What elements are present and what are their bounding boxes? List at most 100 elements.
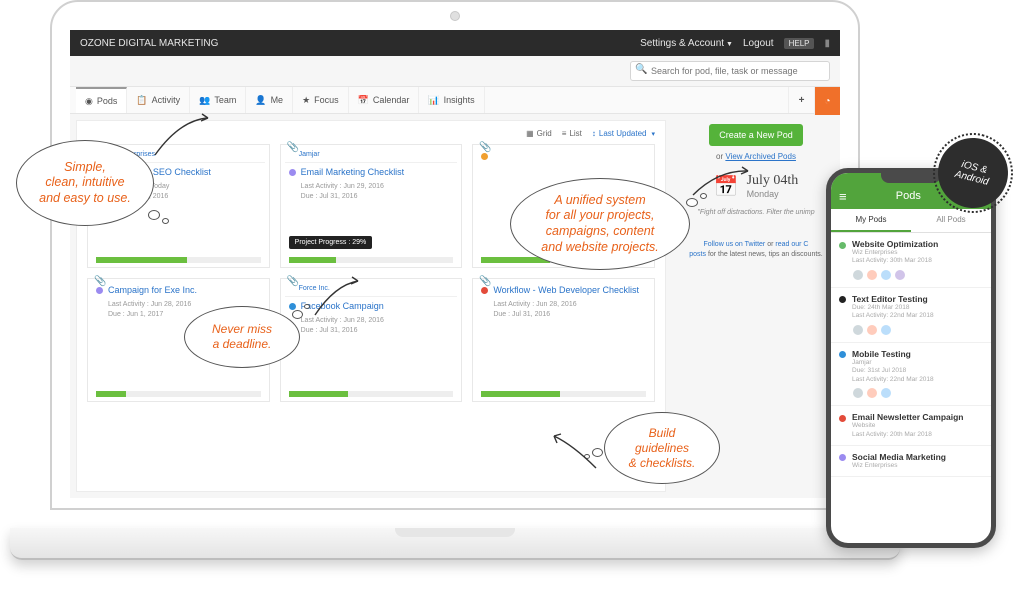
phone-title: Pods xyxy=(896,190,921,202)
card-meta: Last Activity : Jun 28, 2016Due : Jul 31… xyxy=(481,300,646,320)
progress-track xyxy=(96,257,261,263)
progress-track xyxy=(289,391,454,397)
progress-bar xyxy=(96,391,126,397)
search-icon: 🔍 xyxy=(635,64,647,75)
view-list[interactable]: ≡ List xyxy=(562,129,582,138)
card-meta xyxy=(481,164,646,174)
card-meta: Last Activity : Jun 28, 2016Due : Jul 31… xyxy=(289,316,454,336)
view-grid[interactable]: ▦ Grid xyxy=(526,129,552,138)
paperclip-icon: 📎 xyxy=(94,276,106,287)
callout-simple: Simple, clean, intuitive and easy to use… xyxy=(16,140,154,226)
card-company: Force Inc. xyxy=(285,283,458,297)
bookmark-icon[interactable]: ▮ xyxy=(824,38,830,49)
search-row: 🔍 xyxy=(70,56,840,86)
progress-track xyxy=(289,257,454,263)
progress-track xyxy=(481,391,646,397)
avatar xyxy=(866,269,878,281)
item-title: Text Editor Testing xyxy=(852,294,928,304)
phone-tab-my[interactable]: My Pods xyxy=(831,209,911,232)
date-big: July 04th xyxy=(747,173,799,189)
team-icon: 👥 xyxy=(199,95,210,106)
item-meta: Wiz EnterprisesLast Activity: 30th Mar 2… xyxy=(852,249,983,266)
create-pod-button[interactable]: Create a New Pod xyxy=(709,124,803,146)
item-meta: Due: 24th Mar 2018Last Activity: 22nd Ma… xyxy=(852,304,983,321)
phone-frame: ≡ Pods ⋮ My Pods All Pods Website Optimi… xyxy=(826,168,996,548)
avatar xyxy=(852,387,864,399)
paperclip-icon: 📎 xyxy=(287,276,299,287)
item-meta: Wiz Enterprises xyxy=(852,462,983,470)
tagline: "Fight off distractions. Filter the unim… xyxy=(697,209,814,216)
insights-icon: 📊 xyxy=(428,95,439,106)
view-archived-link[interactable]: View Archived Pods xyxy=(725,152,796,161)
search-input[interactable] xyxy=(630,61,830,81)
callout-deadline: Never miss a deadline. xyxy=(184,306,300,368)
avatar xyxy=(880,269,892,281)
status-dot xyxy=(481,153,488,160)
status-dot xyxy=(839,415,846,422)
avatar xyxy=(852,269,864,281)
content-area: ▦ Grid ≡ List ↕ Last Updated▾ 📎Wiz Enter… xyxy=(70,114,840,498)
phone-list-item[interactable]: Text Editor TestingDue: 24th Mar 2018Las… xyxy=(831,288,991,343)
laptop-base xyxy=(10,528,900,560)
tab-pods[interactable]: ◉Pods xyxy=(76,87,127,113)
phone-list-item[interactable]: Social Media MarketingWiz Enterprises xyxy=(831,446,991,477)
avatar xyxy=(894,269,906,281)
avatar xyxy=(866,324,878,336)
progress-bar xyxy=(481,391,560,397)
pod-card[interactable]: 📎JamjarEmail Marketing ChecklistLast Act… xyxy=(280,144,463,268)
pod-card[interactable]: 📎Force Inc. Facebook Campaign Last Activit… xyxy=(280,278,463,402)
help-badge[interactable]: HELP xyxy=(784,38,815,49)
date-block: 📅 July 04th Monday xyxy=(714,173,799,199)
hamburger-icon[interactable]: ≡ xyxy=(839,189,847,204)
phone-list-item[interactable]: Mobile TestingJamjarDue: 31st Jul 2018La… xyxy=(831,343,991,406)
me-icon: 👤 xyxy=(255,95,266,106)
item-meta: WebsiteLast Activity: 20th Mar 2018 xyxy=(852,422,983,439)
card-meta: Last Activity : Jun 29, 2016Due : Jul 31… xyxy=(289,182,454,202)
add-button[interactable]: + xyxy=(788,87,814,113)
pod-card[interactable]: 📎Workflow - Web Developer ChecklistLast … xyxy=(472,278,655,402)
brand-button[interactable]: ◔ xyxy=(814,87,840,115)
posts-link[interactable]: posts xyxy=(689,251,706,258)
twitter-link[interactable]: Follow us on Twitter xyxy=(704,241,766,248)
archived-line: or View Archived Pods xyxy=(716,152,796,161)
phone-list[interactable]: Website OptimizationWiz EnterprisesLast … xyxy=(831,233,991,477)
status-dot xyxy=(839,242,846,249)
sort-dropdown[interactable]: ↕ Last Updated▾ xyxy=(592,129,655,138)
status-dot xyxy=(839,351,846,358)
activity-icon: 📋 xyxy=(136,95,147,106)
logout-link[interactable]: Logout xyxy=(743,38,774,49)
avatar xyxy=(880,387,892,399)
tab-insights[interactable]: 📊Insights xyxy=(419,87,484,113)
card-title: Email Marketing Checklist xyxy=(289,167,454,178)
card-company: Jamjar xyxy=(285,149,458,163)
phone-list-item[interactable]: Email Newsletter CampaignWebsiteLast Act… xyxy=(831,406,991,446)
calendar-big-icon: 📅 xyxy=(714,174,739,199)
tab-team[interactable]: 👥Team xyxy=(190,87,246,113)
progress-bar xyxy=(289,391,348,397)
settings-menu[interactable]: Settings & Account▼ xyxy=(640,38,733,49)
tab-calendar[interactable]: 📅Calendar xyxy=(349,87,420,113)
status-dot xyxy=(96,287,103,294)
callout-unified: A unified system for all your projects, … xyxy=(510,178,690,270)
status-dot xyxy=(289,169,296,176)
status-dot xyxy=(289,303,296,310)
tab-focus[interactable]: ★Focus xyxy=(293,87,349,113)
tab-activity[interactable]: 📋Activity xyxy=(127,87,190,113)
avatar xyxy=(866,387,878,399)
date-small: Monday xyxy=(747,189,799,199)
blog-link[interactable]: read our C xyxy=(775,241,808,248)
avatar-row xyxy=(852,387,983,399)
status-dot xyxy=(839,454,846,461)
laptop-frame: OZONE DIGITAL MARKETING Settings & Accou… xyxy=(50,0,860,560)
phone-list-item[interactable]: Website OptimizationWiz EnterprisesLast … xyxy=(831,233,991,288)
brand-icon: ◔ xyxy=(824,96,830,107)
brand-title: OZONE DIGITAL MARKETING xyxy=(80,38,218,49)
nav-tabs: ◉Pods 📋Activity 👥Team 👤Me ★Focus 📅Calend… xyxy=(70,86,840,114)
progress-track xyxy=(96,391,261,397)
tab-me[interactable]: 👤Me xyxy=(246,87,293,113)
card-title xyxy=(481,151,646,160)
focus-icon: ★ xyxy=(302,95,310,106)
card-title: Workflow - Web Developer Checklist xyxy=(481,285,646,296)
plus-icon: + xyxy=(799,95,805,106)
card-title: Facebook Campaign xyxy=(289,301,454,312)
